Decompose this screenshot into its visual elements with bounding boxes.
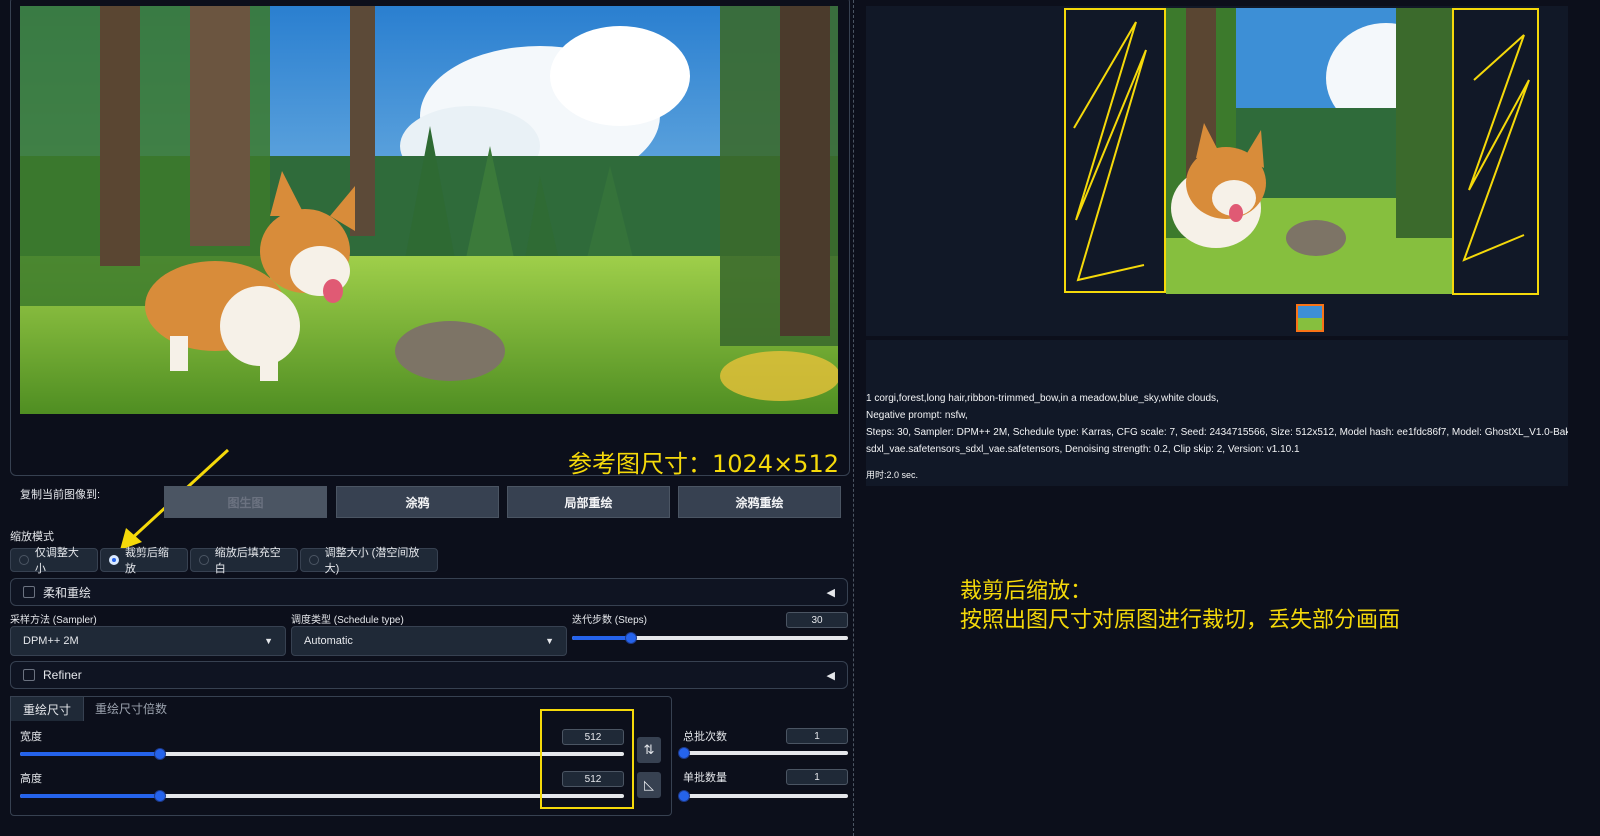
params-text: Steps: 30, Sampler: DPM++ 2M, Schedule t… <box>866 427 1568 438</box>
zigzag-mark-icon <box>1073 21 1147 282</box>
chevron-down-icon: ▼ <box>264 636 273 646</box>
image-size-annotation: 参考图尺寸：1024×512 <box>568 450 839 478</box>
radio-icon <box>19 555 29 565</box>
resize-mode-crop-and-resize[interactable]: 裁剪后缩放 <box>100 547 188 575</box>
schedule-dropdown[interactable]: Automatic ▼ <box>291 626 567 656</box>
steps-label: 迭代步数 (Steps) <box>572 615 648 626</box>
slider-thumb[interactable] <box>153 748 166 760</box>
swap-arrows-icon: ⇅ <box>643 742 655 757</box>
collapse-triangle-icon: ◀ <box>826 586 835 599</box>
resize-mode-resize-and-fill[interactable]: 缩放后填充空白 <box>190 547 298 575</box>
batch-size-label: 单批数量 <box>683 772 727 784</box>
resize-mode-just-resize[interactable]: 仅调整大小 <box>10 547 98 575</box>
source-image[interactable] <box>20 6 838 414</box>
tab-resize-to[interactable]: 重绘尺寸 <box>10 696 84 721</box>
swap-dimensions-button[interactable]: ⇅ <box>637 737 661 763</box>
radio-selected-icon <box>109 555 119 565</box>
triangle-ruler-icon: ◺ <box>644 777 654 792</box>
chevron-down-icon: ▼ <box>545 636 554 646</box>
batch-size-input[interactable]: 1 <box>786 769 848 785</box>
explanation-line-2: 按照出图尺寸对原图进行裁切，丢失部分画面 <box>960 608 1401 633</box>
refiner-accordion[interactable]: Refiner ◀ <box>10 661 848 689</box>
steps-input[interactable]: 30 <box>786 612 848 628</box>
column-divider <box>853 0 854 836</box>
corgi-output-image <box>1166 8 1452 294</box>
resize-mode-latent-upscale[interactable]: 调整大小 (潜空间放大) <box>300 547 438 575</box>
cropped-region-right <box>1452 8 1539 295</box>
slider-thumb[interactable] <box>678 790 690 802</box>
steps-slider[interactable] <box>572 632 848 644</box>
zigzag-mark-icon <box>1462 34 1530 262</box>
copy-to-inpaint-button[interactable]: 局部重绘 <box>507 486 670 518</box>
height-slider[interactable] <box>20 790 624 802</box>
time-taken: 用时:2.0 sec. <box>866 470 919 480</box>
corgi-forest-image <box>20 6 838 414</box>
generation-info-panel <box>866 340 1568 486</box>
prompt-text: 1 corgi,forest,long hair,ribbon-trimmed_… <box>866 393 1219 404</box>
resize-mode-label: 缩放模式 <box>10 531 54 543</box>
highlight-box <box>540 709 634 809</box>
aspect-ratio-button[interactable]: ◺ <box>637 772 661 798</box>
width-slider[interactable] <box>20 748 624 760</box>
output-image[interactable] <box>1166 8 1452 294</box>
radio-icon <box>199 555 209 565</box>
slider-thumb[interactable] <box>678 747 690 759</box>
width-label: 宽度 <box>20 731 42 743</box>
radio-icon <box>309 555 319 565</box>
explanation-line-1: 裁剪后缩放： <box>960 579 1093 604</box>
height-label: 高度 <box>20 773 42 785</box>
negative-prompt-text: Negative prompt: nsfw, <box>866 410 968 421</box>
soft-inpainting-accordion[interactable]: 柔和重绘 ◀ <box>10 578 848 606</box>
copy-to-sketch-button[interactable]: 涂鸦 <box>336 486 499 518</box>
batch-count-input[interactable]: 1 <box>786 728 848 744</box>
collapse-triangle-icon: ◀ <box>826 669 835 682</box>
sampler-label: 采样方法 (Sampler) <box>10 615 97 626</box>
copy-to-label: 复制当前图像到: <box>20 489 101 501</box>
gallery-thumbnail[interactable] <box>1296 304 1324 332</box>
cropped-region-left <box>1064 8 1166 293</box>
batch-count-slider[interactable] <box>678 747 848 759</box>
batch-size-slider[interactable] <box>678 790 848 802</box>
copy-to-img2img-button[interactable]: 图生图 <box>164 486 327 518</box>
schedule-label: 调度类型 (Schedule type) <box>291 615 404 626</box>
refiner-checkbox[interactable] <box>23 669 35 681</box>
slider-thumb[interactable] <box>153 790 166 802</box>
slider-thumb[interactable] <box>624 632 637 644</box>
params-text-2: sdxl_vae.safetensors_sdxl_vae.safetensor… <box>866 444 1300 455</box>
soft-inpainting-checkbox[interactable] <box>23 586 35 598</box>
copy-to-inpaint-sketch-button[interactable]: 涂鸦重绘 <box>678 486 841 518</box>
batch-count-label: 总批次数 <box>683 731 727 743</box>
tab-resize-by[interactable]: 重绘尺寸倍数 <box>86 696 176 720</box>
sampler-dropdown[interactable]: DPM++ 2M ▼ <box>10 626 286 656</box>
